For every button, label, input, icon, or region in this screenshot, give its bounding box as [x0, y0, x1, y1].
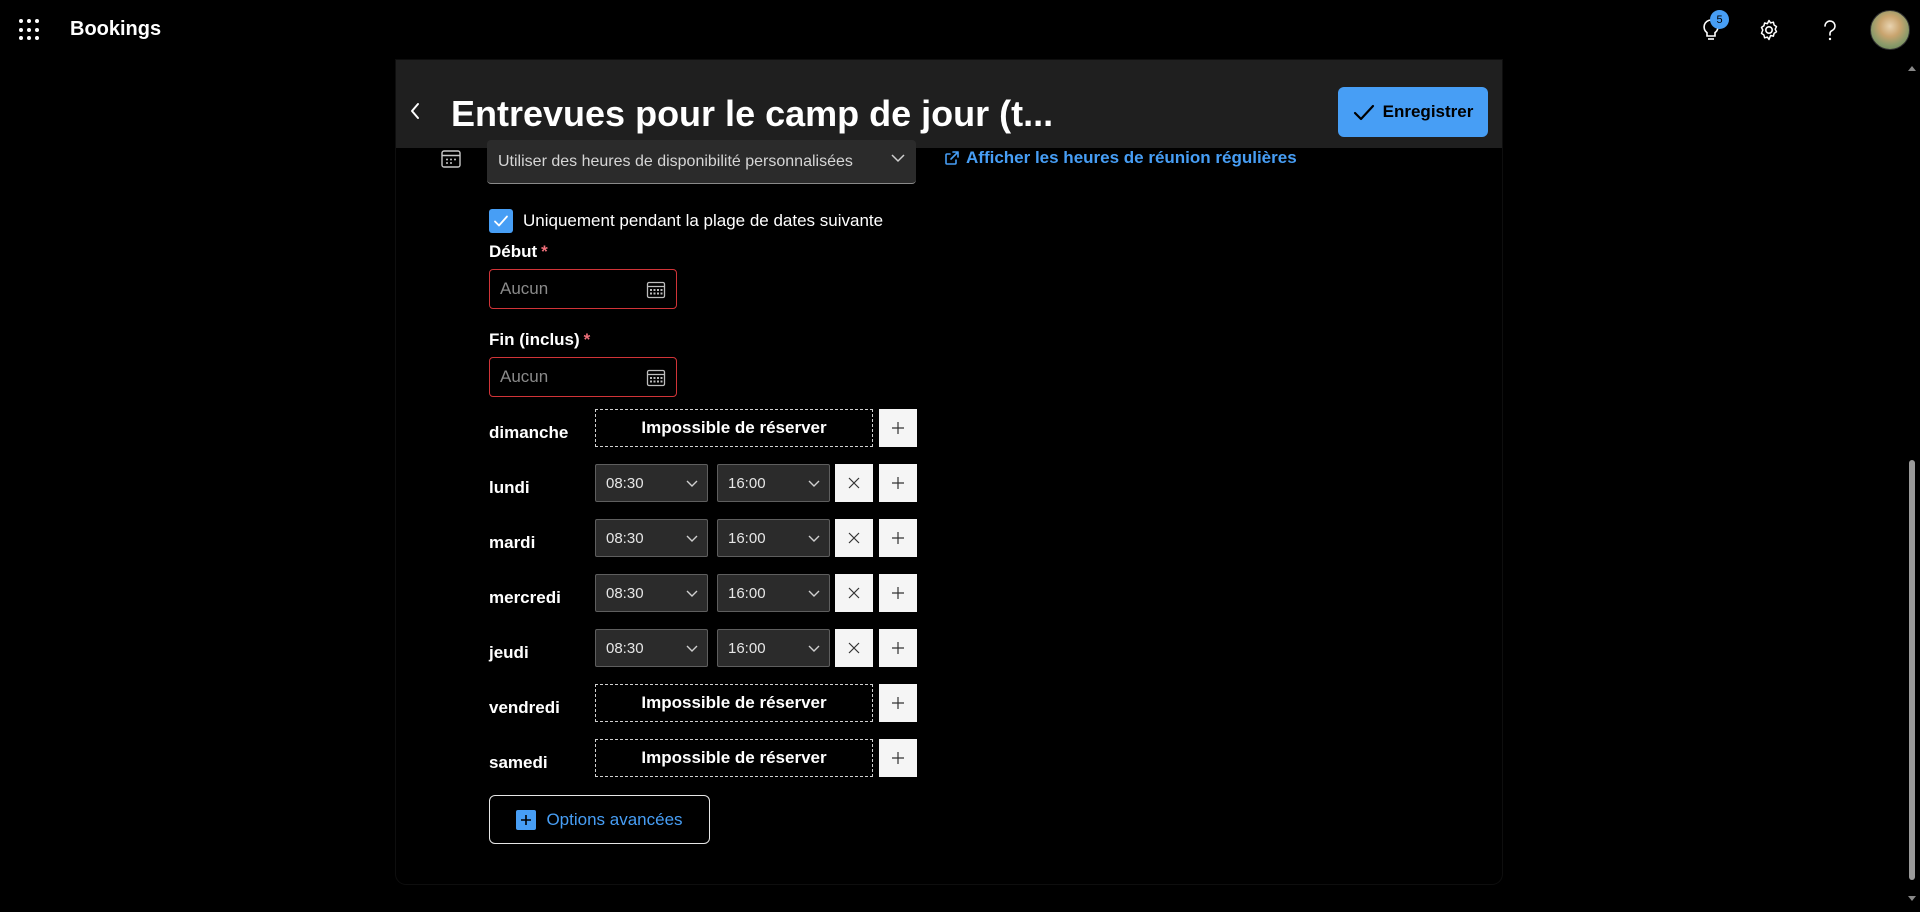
chevron-left-icon — [411, 103, 419, 119]
end-time-value: 16:00 — [728, 639, 766, 657]
day-label-vendredi: vendredi — [489, 698, 560, 717]
start-time-select-lundi[interactable]: 08:30 — [595, 464, 708, 502]
gear-icon[interactable] — [1755, 16, 1783, 44]
end-date-label-text: Fin (inclus) — [489, 330, 580, 349]
calendar-icon[interactable] — [646, 368, 666, 388]
end-time-select-mercredi[interactable]: 16:00 — [717, 574, 830, 612]
help-icon[interactable] — [1816, 16, 1844, 44]
add-time-button-dimanche[interactable] — [879, 409, 917, 447]
start-time-value: 08:30 — [606, 474, 644, 492]
end-time-value: 16:00 — [728, 584, 766, 602]
add-time-button-samedi[interactable] — [879, 739, 917, 777]
add-time-button-lundi[interactable] — [879, 464, 917, 502]
view-regular-hours-link[interactable]: Afficher les heures de réunion régulière… — [944, 148, 1297, 168]
page-title: Entrevues pour le camp de jour (t... — [451, 93, 1054, 134]
advanced-options-button[interactable]: Options avancées — [489, 795, 710, 844]
chevron-down-icon — [891, 154, 905, 163]
scrollbar-thumb[interactable] — [1909, 460, 1915, 880]
calendar-icon[interactable] — [646, 280, 666, 300]
start-time-value: 08:30 — [606, 584, 644, 602]
remove-time-button-lundi[interactable] — [835, 464, 873, 502]
start-date-label-text: Début — [489, 242, 538, 261]
remove-time-button-mercredi[interactable] — [835, 574, 873, 612]
save-button[interactable]: Enregistrer — [1338, 87, 1488, 137]
page-scrollbar[interactable] — [1904, 60, 1920, 912]
day-label-lundi: lundi — [489, 478, 530, 497]
remove-time-button-mardi[interactable] — [835, 519, 873, 557]
unavailable-slot-vendredi: Impossible de réserver — [595, 684, 873, 722]
add-time-button-mardi[interactable] — [879, 519, 917, 557]
end-time-value: 16:00 — [728, 474, 766, 492]
notification-badge: 5 — [1710, 10, 1729, 29]
availability-select[interactable]: Utiliser des heures de disponibilité per… — [487, 140, 916, 184]
day-label-mardi: mardi — [489, 533, 536, 552]
day-label-dimanche: dimanche — [489, 423, 569, 442]
checkmark-icon — [1353, 104, 1374, 121]
date-range-checkbox[interactable] — [489, 209, 513, 233]
app-title: Bookings — [70, 18, 162, 40]
view-regular-hours-label: Afficher les heures de réunion régulière… — [966, 148, 1297, 167]
day-label-mercredi: mercredi — [489, 588, 561, 607]
remove-time-button-jeudi[interactable] — [835, 629, 873, 667]
start-date-label: Début * — [489, 242, 548, 262]
required-mark: * — [583, 330, 591, 349]
day-label-jeudi: jeudi — [489, 643, 529, 662]
start-time-value: 08:30 — [606, 529, 644, 547]
plus-icon — [516, 809, 537, 830]
start-time-select-mardi[interactable]: 08:30 — [595, 519, 708, 557]
date-range-checkbox-row[interactable]: Uniquement pendant la plage de dates sui… — [489, 209, 883, 233]
end-time-select-lundi[interactable]: 16:00 — [717, 464, 830, 502]
unavailable-slot-samedi: Impossible de réserver — [595, 739, 873, 777]
save-button-label: Enregistrer — [1382, 102, 1474, 121]
start-time-select-mercredi[interactable]: 08:30 — [595, 574, 708, 612]
end-date-label: Fin (inclus) * — [489, 330, 590, 350]
start-date-input[interactable]: Aucun — [489, 269, 677, 309]
end-date-placeholder: Aucun — [500, 367, 549, 386]
open-external-icon — [945, 151, 959, 165]
checkmark-icon — [494, 215, 508, 227]
add-time-button-vendredi[interactable] — [879, 684, 917, 722]
calendar-icon — [440, 148, 462, 170]
end-time-select-jeudi[interactable]: 16:00 — [717, 629, 830, 667]
app-launcher-icon[interactable] — [19, 19, 41, 41]
add-time-button-mercredi[interactable] — [879, 574, 917, 612]
top-bar: Bookings 5 — [0, 0, 1920, 60]
scroll-down-arrow-icon[interactable] — [1908, 896, 1916, 901]
availability-select-value: Utiliser des heures de disponibilité per… — [498, 152, 853, 170]
start-time-value: 08:30 — [606, 639, 644, 657]
required-mark: * — [541, 242, 548, 261]
date-range-checkbox-label: Uniquement pendant la plage de dates sui… — [523, 211, 884, 230]
start-time-select-jeudi[interactable]: 08:30 — [595, 629, 708, 667]
add-time-button-jeudi[interactable] — [879, 629, 917, 667]
advanced-options-label: Options avancées — [546, 809, 683, 829]
day-label-samedi: samedi — [489, 753, 548, 772]
back-button[interactable] — [400, 96, 430, 126]
end-time-value: 16:00 — [728, 529, 766, 547]
avatar[interactable] — [1870, 10, 1910, 50]
start-date-placeholder: Aucun — [500, 279, 549, 298]
unavailable-slot-dimanche: Impossible de réserver — [595, 409, 873, 447]
end-date-input[interactable]: Aucun — [489, 357, 677, 397]
scroll-up-arrow-icon[interactable] — [1908, 66, 1916, 71]
end-time-select-mardi[interactable]: 16:00 — [717, 519, 830, 557]
